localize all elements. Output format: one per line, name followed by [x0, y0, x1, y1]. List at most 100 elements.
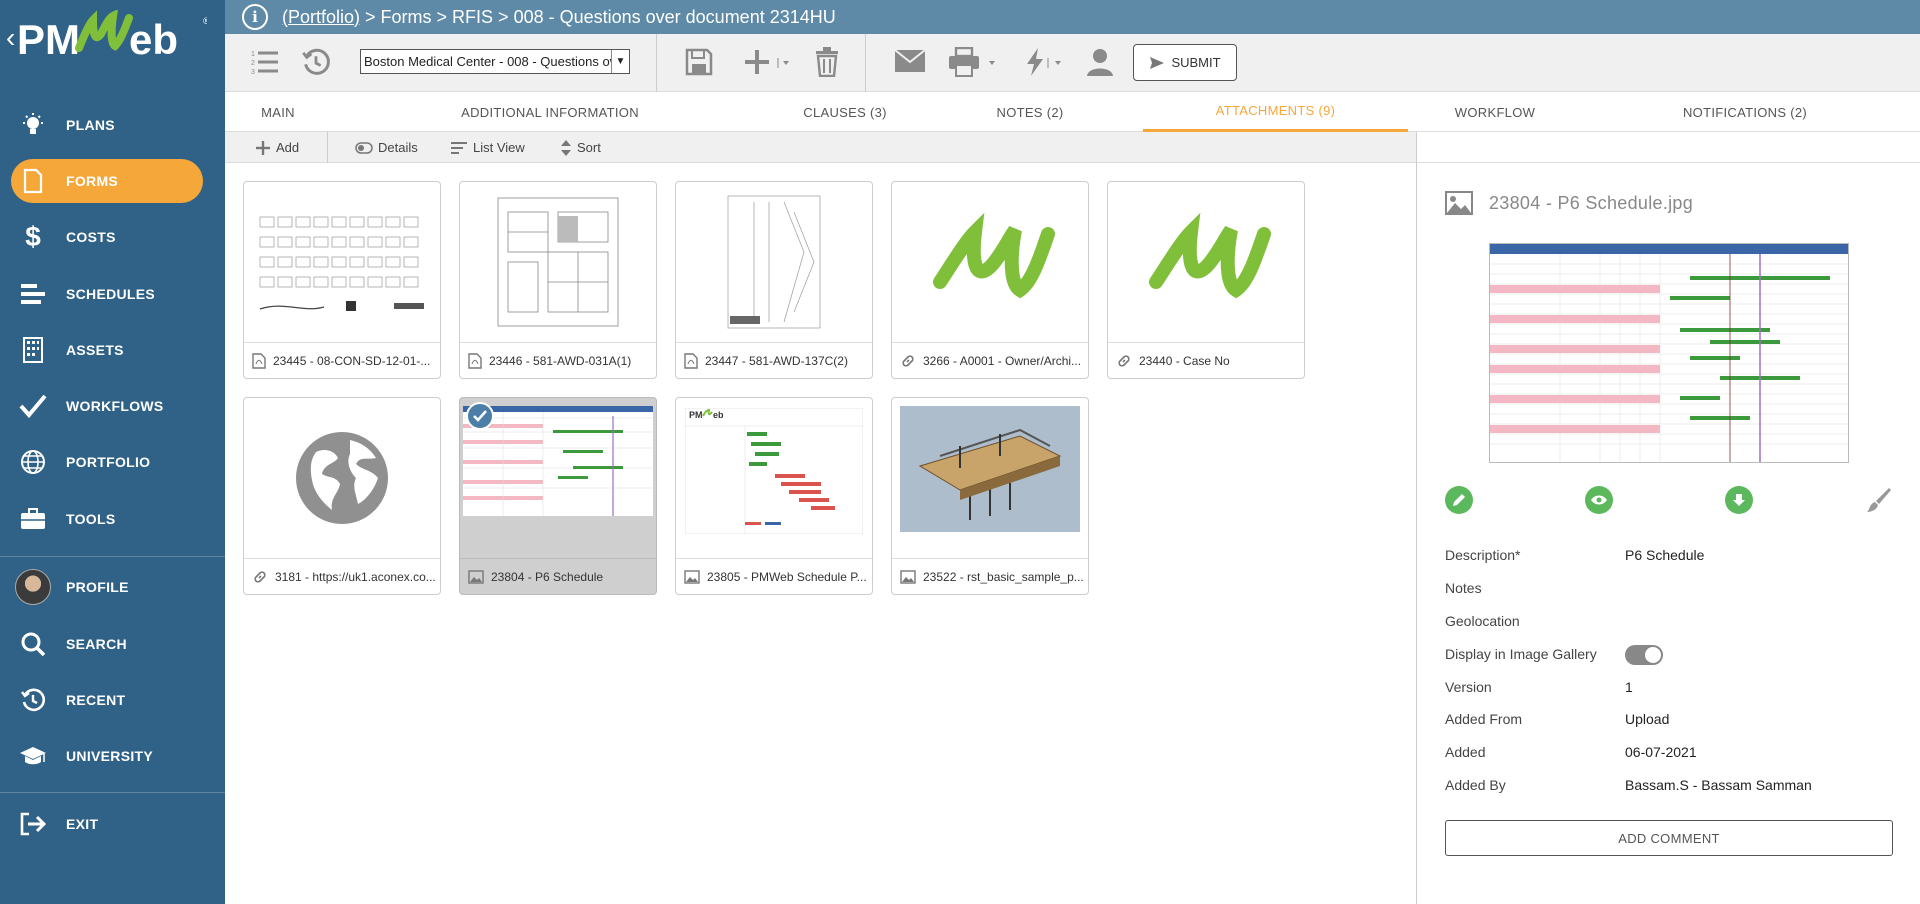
- field-label-description: Description*: [1445, 547, 1521, 563]
- add-icon[interactable]: [741, 46, 773, 78]
- user-icon[interactable]: [1086, 47, 1114, 77]
- attachment-caption: 23446 - 581-AWD-031A(1): [460, 342, 656, 378]
- tab-label: ADDITIONAL INFORMATION: [461, 104, 639, 120]
- tab-additional-information[interactable]: ADDITIONAL INFORMATION: [440, 92, 660, 132]
- download-icon[interactable]: [1725, 486, 1753, 514]
- toolbar: 1 2 3 Boston Medical Center - 008 - Questi…: [225, 34, 1920, 92]
- attachment-caption: 23522 - rst_basic_sample_p...: [892, 558, 1088, 594]
- attachment-filename: 23804 - P6 Schedule.jpg: [1489, 192, 1694, 213]
- save-icon[interactable]: [685, 48, 713, 76]
- tab-notifications[interactable]: NOTIFICATIONS (2): [1645, 92, 1845, 132]
- sidebar-item-profile[interactable]: PROFILE: [0, 565, 225, 609]
- sidebar-item-label: UNIVERSITY: [66, 748, 154, 764]
- list-numbered-icon[interactable]: 1 2 3: [250, 47, 280, 77]
- field-value-added-by: Bassam.S - Bassam Samman: [1625, 777, 1812, 793]
- attachment-card[interactable]: 23445 - 08-CON-SD-12-01-...: [243, 181, 441, 379]
- history-icon[interactable]: [301, 47, 331, 77]
- back-chevron-icon[interactable]: ‹: [6, 22, 15, 54]
- sidebar-item-schedules[interactable]: SCHEDULES: [0, 272, 225, 316]
- list-icon: [451, 141, 467, 154]
- tab-attachments[interactable]: ATTACHMENTS (9): [1143, 92, 1408, 132]
- add-menu-chevron-icon[interactable]: [777, 58, 791, 68]
- selected-check-icon: [466, 402, 494, 430]
- image-icon: [900, 570, 916, 584]
- sidebar-item-plans[interactable]: PLANS: [0, 103, 225, 147]
- attachment-thumbnail: [460, 182, 656, 342]
- pmweb-logo[interactable]: ‹ PM eb ®: [0, 0, 225, 75]
- list-view-button[interactable]: List View: [450, 132, 525, 163]
- add-label: Add: [276, 140, 300, 155]
- sort-button[interactable]: Sort: [560, 132, 601, 163]
- breadcrumb-portfolio-link[interactable]: (Portfolio): [282, 7, 360, 27]
- attachment-card[interactable]: 23446 - 581-AWD-031A(1): [459, 181, 657, 379]
- sidebar-item-assets[interactable]: ASSETS: [0, 328, 225, 372]
- svg-text:PM: PM: [689, 410, 703, 420]
- field-value-description[interactable]: P6 Schedule: [1625, 547, 1704, 563]
- svg-text:1: 1: [251, 51, 255, 58]
- sidebar-item-workflows[interactable]: WORKFLOWS: [0, 384, 225, 428]
- attachment-caption: 23440 - Case No: [1108, 342, 1304, 378]
- delete-icon[interactable]: [815, 47, 839, 77]
- sidebar-item-tools[interactable]: TOOLS: [0, 497, 225, 541]
- sidebar-item-search[interactable]: SEARCH: [0, 622, 225, 666]
- attachment-caption: 23445 - 08-CON-SD-12-01-...: [244, 342, 440, 378]
- field-value-added: 06-07-2021: [1625, 744, 1697, 760]
- tab-notes[interactable]: NOTES (2): [965, 92, 1095, 132]
- attachment-caption: 23805 - PMWeb Schedule P...: [676, 558, 872, 594]
- sidebar-item-label: FORMS: [66, 173, 119, 189]
- sidebar-item-label: PROFILE: [66, 579, 129, 595]
- sidebar-item-costs[interactable]: $ COSTS: [0, 215, 225, 259]
- print-icon[interactable]: [948, 47, 980, 77]
- sidebar-item-university[interactable]: UNIVERSITY: [0, 734, 225, 778]
- sidebar-item-portfolio[interactable]: PORTFOLIO: [0, 440, 225, 484]
- attachment-card[interactable]: PM eb 23805 - PMWeb Schedule P...: [675, 397, 873, 595]
- sidebar-item-label: PORTFOLIO: [66, 454, 151, 470]
- attachment-preview-image[interactable]: [1489, 243, 1849, 463]
- svg-text:PM: PM: [17, 16, 80, 63]
- email-icon[interactable]: [894, 49, 926, 73]
- toolbar-separator: [656, 34, 657, 92]
- attachment-card[interactable]: 23522 - rst_basic_sample_p...: [891, 397, 1089, 595]
- add-comment-button[interactable]: ADD COMMENT: [1445, 820, 1893, 856]
- sidebar-item-exit[interactable]: EXIT: [0, 802, 225, 846]
- sort-icon: [561, 139, 571, 156]
- view-icon[interactable]: [1585, 486, 1613, 514]
- attachment-card[interactable]: 23447 - 581-AWD-137C(2): [675, 181, 873, 379]
- project-select-value: Boston Medical Center - 008 - Questions …: [364, 54, 629, 69]
- lightning-icon[interactable]: [1025, 47, 1045, 77]
- tab-clauses[interactable]: CLAUSES (3): [770, 92, 920, 132]
- field-value-added-from: Upload: [1625, 711, 1670, 727]
- attachment-caption: 23804 - P6 Schedule: [460, 558, 656, 594]
- actions-menu-chevron-icon[interactable]: [1047, 58, 1063, 68]
- search-icon: [0, 631, 66, 657]
- details-label: Details: [378, 140, 418, 155]
- field-value-version: 1: [1625, 679, 1633, 695]
- attachment-caption: 23447 - 581-AWD-137C(2): [676, 342, 872, 378]
- attachment-card-selected[interactable]: 23804 - P6 Schedule: [459, 397, 657, 595]
- breadcrumb-path: > Forms > RFIS > 008 - Questions over do…: [360, 6, 836, 27]
- project-select[interactable]: Boston Medical Center - 008 - Questions …: [360, 49, 630, 74]
- info-icon[interactable]: i: [242, 4, 268, 30]
- sidebar-item-forms[interactable]: FORMS: [0, 159, 225, 203]
- print-menu-chevron-icon[interactable]: [987, 58, 997, 68]
- tab-main[interactable]: MAIN: [243, 92, 313, 132]
- submit-button[interactable]: SUBMIT: [1133, 44, 1237, 81]
- attachment-card[interactable]: 3266 - A0001 - Owner/Archi...: [891, 181, 1089, 379]
- details-toggle[interactable]: Details: [355, 132, 418, 163]
- globe-icon: [0, 449, 66, 475]
- avatar: [15, 569, 51, 605]
- sidebar-item-label: SEARCH: [66, 636, 127, 652]
- display-in-gallery-toggle[interactable]: [1625, 645, 1663, 665]
- link-icon: [900, 353, 916, 369]
- chevron-down-icon[interactable]: ▼: [611, 50, 629, 73]
- pdf-icon: [252, 353, 266, 369]
- add-button[interactable]: Add: [255, 132, 299, 163]
- attachment-card[interactable]: 23440 - Case No: [1107, 181, 1305, 379]
- brush-icon[interactable]: [1865, 486, 1893, 514]
- list-view-label: List View: [473, 140, 525, 155]
- edit-icon[interactable]: [1445, 486, 1473, 514]
- tab-workflow[interactable]: WORKFLOW: [1425, 92, 1565, 132]
- attachment-thumbnail: [892, 398, 1088, 558]
- attachment-card[interactable]: 3181 - https://uk1.aconex.co...: [243, 397, 441, 595]
- sidebar-item-recent[interactable]: RECENT: [0, 678, 225, 722]
